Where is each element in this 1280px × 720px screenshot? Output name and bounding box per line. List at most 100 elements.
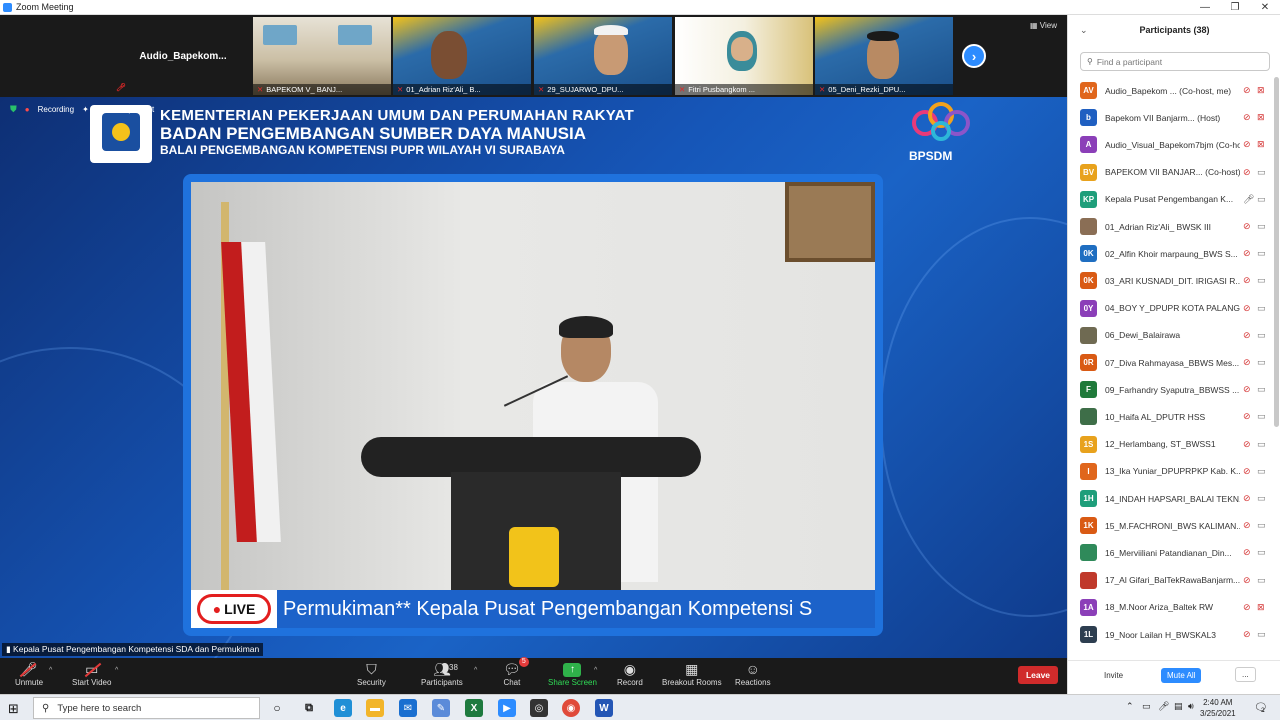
participant-list-scrollbar[interactable]: [1274, 77, 1279, 427]
participant-row[interactable]: 16_Merviiliani Patandianan_Din... ⊘ ▭: [1068, 539, 1274, 566]
mic-muted-icon[interactable]: ⊘: [1243, 520, 1251, 531]
app-icon[interactable]: ✎: [432, 699, 450, 717]
participant-row[interactable]: 1H 14_INDAH HAPSARI_BALAI TEKN... ⊘ ▭: [1068, 485, 1274, 512]
share-screen-button[interactable]: ↑ Share Screen: [548, 661, 597, 687]
windows-start-icon[interactable]: ⊞: [8, 701, 19, 717]
video-thumbnail[interactable]: ✕ BAPEKOM V_ BANJ...: [253, 17, 391, 95]
participant-row[interactable]: 06_Dewi_Balairawa ⊘ ▭: [1068, 322, 1274, 349]
mic-muted-icon[interactable]: ⊘: [1243, 330, 1251, 341]
zoom-icon[interactable]: ▶: [498, 699, 516, 717]
next-page-button[interactable]: ›: [962, 44, 986, 68]
mute-all-button[interactable]: Mute All: [1161, 668, 1202, 683]
participants-options-caret[interactable]: ^: [474, 667, 477, 674]
view-button[interactable]: ▦ View: [1030, 21, 1057, 30]
mic-muted-icon[interactable]: ⊘: [1243, 575, 1251, 586]
participant-row[interactable]: 10_Haifa AL_DPUTR HSS ⊘ ▭: [1068, 403, 1274, 430]
participant-row[interactable]: AV Audio_Bapekom ... (Co-host, me) ⊘ ⊠: [1068, 77, 1274, 104]
participant-row[interactable]: 1A 18_M.Noor Ariza_Baltek RW ⊘ ⊠: [1068, 594, 1274, 621]
participant-row[interactable]: 0K 03_ARI KUSNADI_DIT. IRIGASI R... ⊘ ▭: [1068, 267, 1274, 294]
participant-row[interactable]: 0Y 04_BOY Y_DPUPR KOTA PALANG... ⊘ ▭: [1068, 295, 1274, 322]
record-button[interactable]: ◉ Record: [617, 661, 643, 687]
video-options-caret[interactable]: ^: [115, 667, 118, 674]
participants-button[interactable]: 👥︎ 38 Participants: [421, 661, 463, 687]
mic-icon[interactable]: 🎤︎: [1243, 194, 1254, 205]
participant-row[interactable]: A Audio_Visual_Bapekom7bjm (Co-host) ⊘ ⊠: [1068, 131, 1274, 158]
mic-muted-icon[interactable]: ⊘: [1243, 248, 1251, 259]
task-view-icon[interactable]: ⧉: [300, 699, 318, 717]
participant-row[interactable]: KP Kepala Pusat Pengembangan K... 🎤︎ ▭: [1068, 186, 1274, 213]
mic-muted-icon[interactable]: ⊘: [1243, 629, 1251, 640]
participant-row[interactable]: 01_Adrian Riz'Ali_ BWSK III ⊘ ▭: [1068, 213, 1274, 240]
participant-row[interactable]: 17_Al Gifari_BalTekRawaBanjarm... ⊘ ▭: [1068, 567, 1274, 594]
shield-icon: ⛊: [10, 104, 17, 114]
mail-icon[interactable]: ✉: [399, 699, 417, 717]
recording-label: Recording: [37, 105, 75, 114]
close-icon[interactable]: ✕: [1250, 2, 1280, 13]
participant-row[interactable]: 0R 07_Diva Rahmayasa_BBWS Mes... ⊘ ▭: [1068, 349, 1274, 376]
header-line-1: KEMENTERIAN PEKERJAAN UMUM DAN PERUMAHAN…: [160, 107, 635, 124]
volume-icon[interactable]: 🔊︎: [1188, 701, 1194, 712]
avatar: 1S: [1080, 435, 1097, 453]
leave-button[interactable]: Leave: [1018, 666, 1058, 684]
mic-muted-icon[interactable]: ⊘: [1243, 547, 1251, 558]
video-thumbnail[interactable]: ✕ 01_Adrian Riz'Ali_ B...: [393, 17, 531, 95]
word-icon[interactable]: W: [595, 699, 613, 717]
start-video-button[interactable]: ▭ Start Video: [72, 661, 111, 687]
excel-icon[interactable]: X: [465, 699, 483, 717]
participant-name: 06_Dewi_Balairawa: [1105, 330, 1181, 341]
network-icon[interactable]: ▤: [1174, 701, 1183, 712]
tray-chevron-icon[interactable]: ⌃: [1126, 701, 1134, 712]
mic-muted-icon[interactable]: ⊘: [1243, 112, 1251, 123]
file-explorer-icon[interactable]: ▬: [366, 699, 384, 717]
participant-row[interactable]: 0K 02_Alfin Khoir marpaung_BWS S... ⊘ ▭: [1068, 240, 1274, 267]
breakout-rooms-button[interactable]: ▦ Breakout Rooms: [662, 661, 722, 687]
search-icon: ⚲: [42, 702, 50, 714]
avatar: A: [1080, 136, 1097, 154]
mic-muted-icon[interactable]: ⊘: [1243, 303, 1251, 314]
participant-row[interactable]: 1L 19_Noor Lailan H_BWSKAL3 ⊘ ▭: [1068, 621, 1274, 648]
participant-row[interactable]: b Bapekom VII Banjarm... (Host) ⊘ ⊠: [1068, 104, 1274, 131]
mic-muted-icon[interactable]: ⊘: [1243, 167, 1251, 178]
invite-button[interactable]: Invite: [1104, 671, 1123, 680]
taskbar-search-input[interactable]: ⚲ Type here to search: [33, 697, 260, 719]
audio-participant-tile[interactable]: Audio_Bapekom... 🎤︎: [113, 17, 253, 95]
video-thumbnail[interactable]: ✕ Fitri Pusbangkom ...: [675, 17, 813, 95]
mic-muted-icon[interactable]: ⊘: [1243, 357, 1251, 368]
chat-button[interactable]: 💬︎ 5 Chat: [503, 657, 529, 687]
maximize-icon[interactable]: ❐: [1220, 2, 1250, 13]
mic-muted-icon[interactable]: ⊘: [1243, 384, 1251, 395]
taskbar-clock[interactable]: 2:40 AM 3/25/2021: [1200, 697, 1236, 719]
mic-muted-icon[interactable]: ⊘: [1243, 275, 1251, 286]
mic-muted-icon[interactable]: ⊘: [1243, 85, 1251, 96]
more-options-button[interactable]: ...: [1235, 667, 1256, 682]
video-thumbnail[interactable]: ✕ 05_Deni_Rezki_DPU...: [815, 17, 953, 95]
participant-row[interactable]: I 13_Ika Yuniar_DPUPRPKP Kab. K... ⊘ ▭: [1068, 458, 1274, 485]
mic-muted-icon[interactable]: ⊘: [1243, 493, 1251, 504]
participant-row[interactable]: 1K 15_M.FACHRONI_BWS KALIMAN... ⊘ ▭: [1068, 512, 1274, 539]
mic-muted-icon[interactable]: ⊘: [1243, 221, 1251, 232]
edge-icon[interactable]: e: [334, 699, 352, 717]
chat-icon: 💬︎ 5: [503, 657, 529, 678]
app-icon[interactable]: ◎: [530, 699, 548, 717]
mic-muted-icon[interactable]: ⊘: [1243, 466, 1251, 477]
security-button[interactable]: ⛉ Security: [357, 661, 386, 687]
remove-spotlight-button[interactable]: ✦ Remove Spotlight: [82, 105, 154, 114]
notification-icon[interactable]: 🗨︎ 2: [1254, 701, 1268, 714]
cortana-icon[interactable]: ○: [268, 699, 286, 717]
minimize-icon[interactable]: —: [1190, 2, 1220, 13]
breakout-rooms-icon: ▦: [685, 661, 699, 677]
reactions-button[interactable]: ☺ Reactions: [735, 661, 771, 687]
chrome-icon[interactable]: ◉: [562, 699, 580, 717]
audio-options-caret[interactable]: ^: [49, 667, 52, 674]
video-thumbnail[interactable]: ✕ 29_SUJARWO_DPU...: [534, 17, 672, 95]
participant-row[interactable]: 1S 12_Herlambang, ST_BWSS1 ⊘ ▭: [1068, 431, 1274, 458]
mic-muted-icon[interactable]: ⊘: [1243, 602, 1251, 613]
participant-search-input[interactable]: ⚲ Find a participant: [1080, 52, 1270, 71]
participant-row[interactable]: BV BAPEKOM VII BANJAR... (Co-host) ⊘ ▭: [1068, 159, 1274, 186]
mic-muted-icon[interactable]: ⊘: [1243, 439, 1251, 450]
participant-row[interactable]: F 09_Farhandry Syaputra_BBWSS ... ⊘ ▭: [1068, 376, 1274, 403]
mic-muted-icon[interactable]: ⊘: [1243, 411, 1251, 422]
unmute-button[interactable]: 🎤︎ Unmute: [15, 661, 43, 687]
mic-muted-icon[interactable]: ⊘: [1243, 139, 1251, 150]
share-options-caret[interactable]: ^: [594, 667, 597, 674]
